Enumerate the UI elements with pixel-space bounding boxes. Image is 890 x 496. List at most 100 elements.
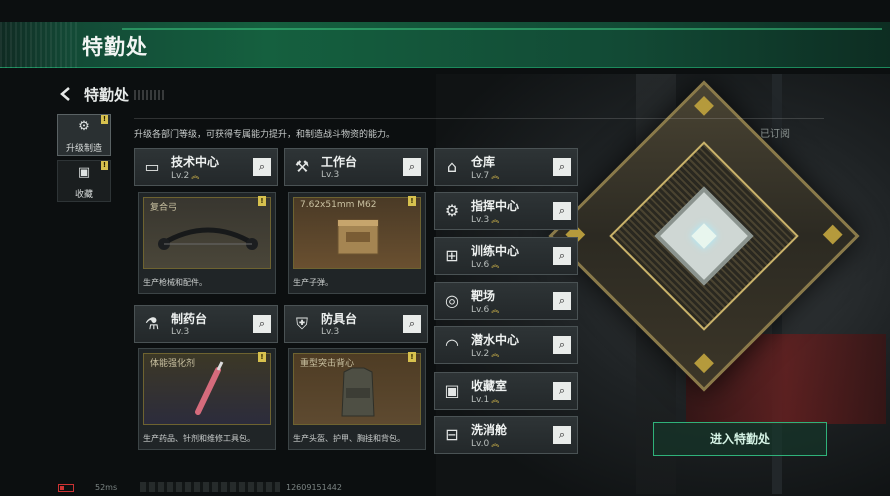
monitor-icon: ▭ [144,157,160,176]
search-icon[interactable]: ⌕ [553,247,571,265]
facility-tech-center[interactable]: ▭ 技术中心 Lv.2 ︽ ⌕ [134,148,278,186]
product-panel-vest[interactable]: 重型突击背心 ! 生产头盔、护甲、胸挂和背包。 [288,348,426,450]
search-icon[interactable]: ⌕ [403,158,421,176]
product-name: 体能强化剂 [150,359,196,369]
search-icon[interactable]: ⌕ [403,315,421,333]
search-icon[interactable]: ⌕ [553,336,571,354]
cube-core [654,186,754,286]
product-description: 生产头盔、护甲、胸挂和背包。 [293,434,405,443]
facility-level: Lv.3 [171,327,190,337]
cube-inner [609,141,799,331]
facility-training-center[interactable]: ⊞ 训练中心 Lv.6 ︽ ⌕ [434,237,578,275]
facility-diving-center[interactable]: ◠ 潜水中心 Lv.2 ︽ ⌕ [434,326,578,364]
facility-level: Lv.3 [321,170,340,180]
decontamination-icon: ⊟ [445,425,459,444]
warehouse-icon: ⌂ [446,157,458,176]
network-ping: 52ms [95,483,118,492]
facility-name: 潜水中心 [471,333,520,347]
facility-name: 仓库 [471,155,496,169]
product-description: 生产子弹。 [293,278,333,287]
facility-level: Lv.2 ︽ [171,171,200,181]
tools-icon: ⚒ [294,157,310,176]
tab-upgrade-craft[interactable]: ! ⚙ 升级制造 [57,114,111,156]
facility-name: 技术中心 [171,155,220,169]
facility-command-center[interactable]: ⚙ 指挥中心 Lv.3 ︽ ⌕ [434,192,578,230]
collection-room-icon: ▣ [444,381,460,400]
pharmacy-icon: ⚗ [144,314,160,333]
command-icon: ⚙ [444,201,460,220]
collection-icon: ▣ [77,165,91,180]
search-icon[interactable]: ⌕ [553,292,571,310]
dumbbell-icon: ⊞ [445,246,459,265]
cube-stripe [694,95,714,116]
product-image: 重型突击背心 ! [293,352,421,425]
facility-level: Lv.3 ︽ [471,215,500,225]
product-panel-bow[interactable]: 复合弓 ! 生产枪械和配件。 [138,192,276,294]
redacted-info [140,482,280,492]
product-name: 重型突击背心 [300,359,355,369]
facility-pharmacy[interactable]: ⚗ 制药台 Lv.3 ⌕ [134,305,278,343]
user-id: 12609151442 [286,483,342,492]
facility-name: 训练中心 [471,244,520,258]
product-image: 复合弓 ! [143,196,271,269]
search-icon[interactable]: ⌕ [553,158,571,176]
search-icon[interactable]: ⌕ [553,426,571,444]
page-description: 升级各部门等级，可获得专属能力提升，和制造战斗物资的能力。 [134,130,396,140]
facility-workbench[interactable]: ⚒ 工作台 Lv.3 ⌕ [284,148,428,186]
alert-flag-icon: ! [408,196,416,206]
product-description: 生产枪械和配件。 [143,278,207,287]
product-name: 复合弓 [150,203,178,213]
product-image: 体能强化剂 ! [143,352,271,425]
product-name: 7.62x51mm M62 [300,200,377,210]
product-panel-ammo[interactable]: 7.62x51mm M62 ! 生产子弹。 [288,192,426,294]
cube-stripe [822,224,843,245]
back-arrow-icon[interactable] [58,86,74,102]
alert-flag-icon: ! [258,196,266,206]
search-icon[interactable]: ⌕ [553,382,571,400]
facility-level: Lv.1 ︽ [471,395,500,405]
facility-name: 防具台 [321,312,358,326]
facility-name: 工作台 [321,155,358,169]
diving-icon: ◠ [445,335,459,354]
facility-decontamination[interactable]: ⊟ 洗消舱 Lv.0 ︽ ⌕ [434,416,578,454]
product-image: 7.62x51mm M62 ! [293,196,421,269]
upgrade-icon: ⚙ [78,119,90,134]
facility-armor-bench[interactable]: ⛨ 防具台 Lv.3 ⌕ [284,305,428,343]
facility-warehouse[interactable]: ⌂ 仓库 Lv.7 ︽ ⌕ [434,148,578,186]
facility-name: 洗消舱 [471,423,508,437]
enter-special-ops-button[interactable]: 进入特勤处 [653,422,827,456]
tab-alert-marker: ! [101,161,108,170]
facility-level: Lv.2 ︽ [471,349,500,359]
facility-level: Lv.6 ︽ [471,305,500,315]
page-title: 特勤处 [84,86,130,104]
facility-name: 靶场 [471,289,496,303]
facility-level: Lv.7 ︽ [471,171,500,181]
search-icon[interactable]: ⌕ [553,202,571,220]
product-panel-stimulant[interactable]: 体能强化剂 ! 生产药品、针剂和维修工具包。 [138,348,276,450]
banner-title: 特勤处 [82,35,148,59]
cube-stripe [694,353,714,374]
target-icon: ◎ [445,291,459,310]
facility-collection-room[interactable]: ▣ 收藏室 Lv.1 ︽ ⌕ [434,372,578,410]
facility-level: Lv.6 ︽ [471,260,500,270]
banner-accent-line [122,28,882,30]
facility-shooting-range[interactable]: ◎ 靶场 Lv.6 ︽ ⌕ [434,282,578,320]
subscribed-label: 已订阅 [760,129,790,140]
facility-level: Lv.3 [321,327,340,337]
facility-name: 指挥中心 [471,199,520,213]
armor-icon: ⛨ [295,314,308,333]
alert-flag-icon: ! [258,352,266,362]
facility-name: 收藏室 [471,379,508,393]
search-icon[interactable]: ⌕ [253,158,271,176]
tab-label: 升级制造 [65,144,102,154]
alert-flag-icon: ! [408,352,416,362]
title-decoration [134,90,164,100]
facility-level: Lv.0 ︽ [471,439,500,449]
battery-icon [58,484,74,492]
search-icon[interactable]: ⌕ [253,315,271,333]
product-description: 生产药品、针剂和维修工具包。 [143,434,255,443]
title-divider [134,118,824,119]
top-banner: 特勤处 [0,22,890,68]
tab-collection[interactable]: ! ▣ 收藏 [57,160,111,202]
tab-label: 收藏 [74,190,93,200]
